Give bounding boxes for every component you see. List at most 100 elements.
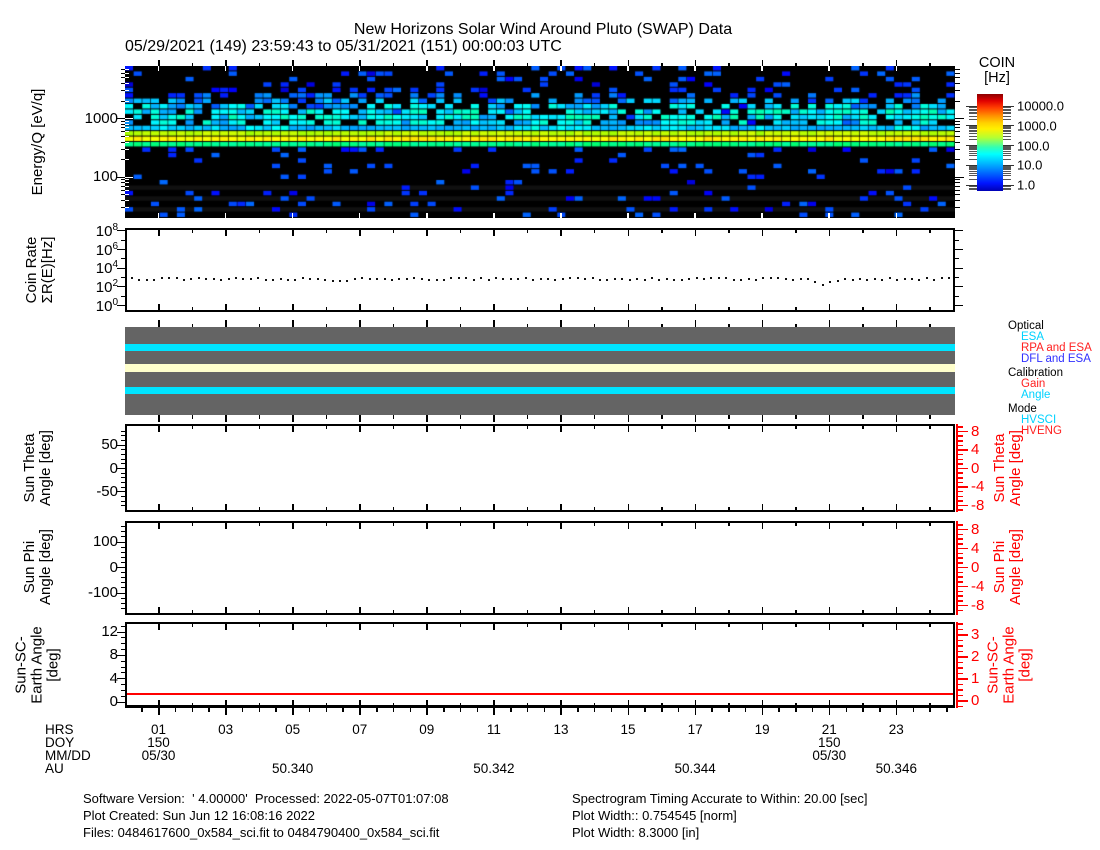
red-ytick-label: 3: [971, 626, 979, 643]
x-axis-tick: [259, 624, 261, 627]
x-axis-tick: [795, 426, 797, 429]
x-axis-tick: [628, 304, 630, 310]
x-axis-tick: [762, 230, 764, 236]
x-axis-tick: [426, 708, 428, 715]
spectrogram-y-tick: [125, 179, 129, 180]
spectrogram-y-tick: [125, 190, 129, 191]
hrs-tick-label: 17: [688, 722, 703, 737]
colorbar-minor-tick: [1003, 151, 1011, 152]
coin-rate-dot: [852, 279, 854, 281]
colorbar-title: COIN [Hz]: [979, 56, 1015, 85]
x-axis-tick: [493, 415, 495, 422]
spectrogram-y-tick: [125, 194, 129, 195]
spectrogram-y-tick: [955, 118, 964, 119]
angle-y-tick: [121, 505, 125, 506]
colorbar-minor-tick: [1003, 107, 1011, 108]
x-axis-tick: [527, 63, 529, 66]
x-axis-tick: [728, 230, 730, 233]
spectrogram-y-tick: [955, 177, 964, 178]
sun-phi-ylabel-right: Sun Phi Angle [deg]: [992, 529, 1024, 605]
colorbar-minor-tick: [969, 179, 977, 180]
x-axis-tick: [527, 708, 529, 712]
x-axis-tick: [225, 504, 227, 510]
footer-line: Software Version: ' 4.00000' Processed: …: [83, 790, 449, 807]
x-axis-tick: [158, 415, 160, 422]
colorbar-minor-tick: [969, 139, 977, 140]
x-axis-tick: [342, 708, 344, 712]
colorbar-minor-tick: [1003, 169, 1011, 170]
x-axis-tick: [292, 624, 294, 630]
coin-rate-dot: [733, 279, 735, 281]
x-axis-tick: [929, 703, 931, 706]
x-axis-tick: [661, 230, 663, 233]
x-axis-tick: [359, 504, 361, 510]
x-axis-tick: [695, 607, 697, 613]
colorbar-minor-tick: [1003, 130, 1011, 131]
x-axis-tick: [695, 415, 697, 422]
x-axis-tick: [929, 415, 931, 419]
red-y-tick: [958, 640, 963, 642]
red-ytick-label: 8: [971, 423, 979, 440]
coin-rate-dot: [636, 278, 638, 280]
x-axis-tick: [628, 708, 630, 715]
x-axis-tick: [812, 708, 814, 712]
x-axis-tick: [795, 507, 797, 510]
coin-rate-dot: [933, 279, 935, 281]
coin-rate-dot: [465, 277, 467, 279]
x-axis-tick: [426, 213, 428, 218]
coin-y-tick: [121, 296, 125, 297]
coin-rate-dot: [294, 279, 296, 281]
colorbar-minor-tick: [969, 149, 977, 150]
red-y-tick: [958, 524, 963, 526]
red-y-tick: [958, 472, 963, 474]
colorbar-minor-tick: [969, 169, 977, 170]
x-axis-tick: [661, 426, 663, 429]
hrs-tick-label: 09: [419, 722, 434, 737]
colorbar-gradient: [977, 94, 1003, 191]
colorbar-minor-tick: [969, 131, 977, 132]
x-axis-tick: [192, 610, 194, 613]
coin-rate-dot: [361, 277, 363, 279]
colorbar-minor-tick: [1003, 166, 1011, 167]
red-ytick-label: 4: [971, 441, 979, 458]
spectrogram-y-tick: [955, 77, 960, 78]
x-axis-tick: [661, 307, 663, 310]
x-axis-tick: [929, 624, 931, 627]
coin-rate-dot: [941, 277, 943, 279]
coin-ytick-label: 102: [66, 278, 118, 296]
x-axis-tick: [896, 624, 898, 630]
mode-hvsci-stripe: [125, 387, 955, 394]
red-y-tick: [958, 623, 963, 625]
red-y-tick: [958, 634, 968, 636]
x-axis-tick: [309, 708, 311, 712]
angle-ytick-label: 12: [58, 623, 118, 640]
x-axis-tick: [862, 624, 864, 627]
colorbar-minor-tick: [969, 173, 977, 174]
sun-phi-panel: [125, 521, 955, 615]
spectrogram-y-tick: [955, 69, 960, 70]
coin-rate-dot: [621, 278, 623, 280]
spectrogram-y-tick: [125, 73, 129, 74]
x-axis-tick: [695, 504, 697, 510]
plot-title: New Horizons Solar Wind Around Pluto (SW…: [354, 21, 732, 39]
x-axis-tick: [225, 607, 227, 613]
x-axis-tick: [359, 708, 361, 715]
x-axis-tick: [460, 426, 462, 429]
angle-y-tick: [121, 435, 125, 436]
colorbar-minor-tick: [969, 175, 977, 176]
angle-y-tick: [117, 468, 125, 469]
x-axis-tick: [192, 523, 194, 526]
colorbar-minor-tick: [969, 188, 977, 189]
x-axis-tick: [661, 415, 663, 419]
x-axis-tick: [829, 320, 831, 327]
x-axis-tick: [426, 624, 428, 630]
coin-rate-dot: [904, 278, 906, 280]
x-axis-tick: [326, 507, 328, 510]
colorbar-minor-tick: [1003, 188, 1011, 189]
colorbar-minor-tick: [1003, 155, 1011, 156]
x-axis-tick: [292, 504, 294, 510]
colorbar-minor-tick: [969, 168, 977, 169]
coin-y-tick: [121, 240, 125, 241]
x-axis-tick: [594, 523, 596, 526]
red-y-tick: [958, 534, 963, 536]
